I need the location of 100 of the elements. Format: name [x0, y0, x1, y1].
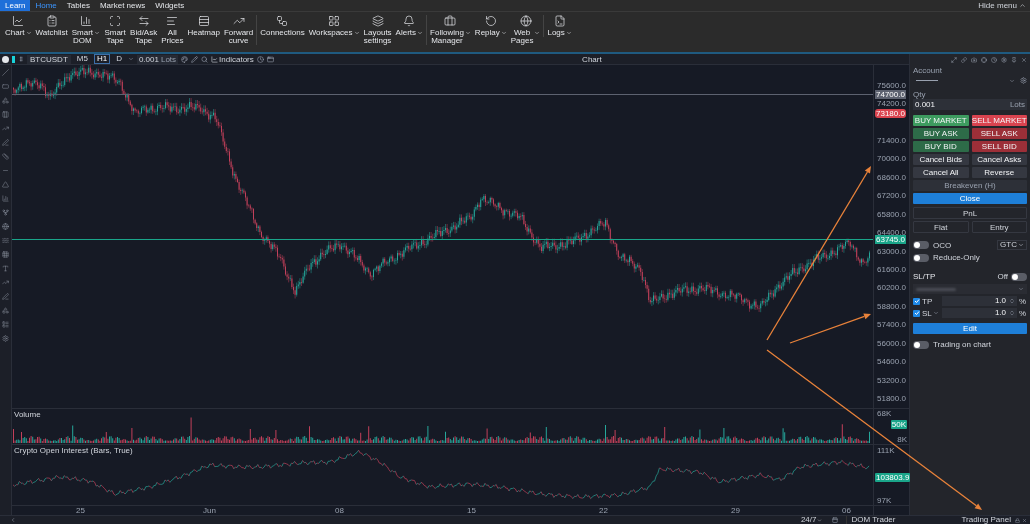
color-swatch[interactable]: [12, 55, 15, 63]
toggle-switch[interactable]: [1011, 272, 1027, 281]
triangle-icon[interactable]: [2, 181, 9, 188]
ribbon-button[interactable]: Heatmap: [186, 15, 221, 45]
ruler-icon[interactable]: [2, 153, 9, 160]
edit-button[interactable]: Edit: [913, 323, 1027, 334]
list-icon[interactable]: [2, 321, 9, 328]
session-select[interactable]: 24/7: [798, 516, 825, 524]
hide-menu-button[interactable]: Hide menu: [978, 0, 1030, 11]
waves-icon[interactable]: [2, 237, 9, 244]
grip-icon[interactable]: [18, 56, 24, 62]
ribbon-button[interactable]: Watchlist: [34, 15, 69, 45]
quantity-field[interactable]: 0.001 Lots: [136, 54, 179, 64]
toggle-switch[interactable]: [913, 253, 929, 262]
order-button[interactable]: Cancel Asks: [971, 154, 1027, 165]
pen-icon[interactable]: [2, 139, 9, 146]
ribbon-button[interactable]: Alerts: [394, 15, 425, 45]
ribbon-button[interactable]: Replay: [473, 15, 508, 45]
search-icon[interactable]: [201, 55, 209, 63]
entry-button[interactable]: Entry: [971, 221, 1027, 233]
settings-icon[interactable]: [1020, 77, 1027, 84]
ribbon-button[interactable]: Smart DOM: [70, 15, 102, 45]
axis-tick: 111K: [877, 446, 895, 455]
clock-icon[interactable]: [256, 55, 264, 63]
order-button[interactable]: Cancel Bids: [913, 154, 969, 165]
ribbon-button[interactable]: Bid/Ask Tape: [129, 15, 159, 45]
caret-icon[interactable]: [127, 56, 134, 62]
ribbon-button[interactable]: Chart: [4, 15, 33, 45]
dom-trader-tab[interactable]: DOM Trader: [846, 516, 900, 524]
pnl-button[interactable]: PnL: [913, 207, 1027, 219]
menu-tab[interactable]: Home: [30, 0, 62, 11]
symbol-field[interactable]: BTCUSDT: [27, 54, 71, 64]
menu-tab[interactable]: Widgets: [150, 0, 190, 11]
pencil-icon[interactable]: [191, 55, 199, 63]
link-icon[interactable]: [961, 56, 967, 63]
calendar-icon[interactable]: [832, 517, 839, 523]
checkbox[interactable]: [913, 297, 920, 305]
grid-icon[interactable]: [2, 251, 9, 258]
time-in-force-select[interactable]: GTC: [997, 240, 1027, 250]
close-position-button[interactable]: Close: [913, 193, 1027, 204]
settings-icon[interactable]: [2, 335, 9, 342]
shapes-icon[interactable]: [2, 307, 9, 314]
toggle-switch[interactable]: [913, 340, 929, 349]
timeframe-button[interactable]: M5: [73, 54, 91, 64]
order-button[interactable]: SELL MARKET: [971, 115, 1027, 126]
crosshair-icon[interactable]: [981, 56, 987, 63]
horizontal-line-icon[interactable]: [2, 167, 9, 174]
order-button[interactable]: SELL ASK: [971, 128, 1027, 139]
order-button[interactable]: Cancel All: [913, 167, 969, 178]
caret-icon[interactable]: [932, 310, 939, 316]
trading-panel-tab[interactable]: Trading Panel: [959, 516, 1013, 524]
ribbon-button[interactable]: Forward curve: [222, 15, 255, 45]
trend-icon[interactable]: [2, 125, 9, 132]
order-button[interactable]: BUY ASK: [913, 128, 969, 139]
order-button[interactable]: Reverse: [971, 167, 1027, 178]
globe-icon[interactable]: [2, 223, 9, 230]
order-button[interactable]: BUY BID: [913, 141, 969, 152]
columns-icon[interactable]: [2, 111, 9, 118]
lock-icon[interactable]: [1015, 517, 1020, 523]
timeframe-button[interactable]: D: [113, 54, 125, 64]
ribbon-button[interactable]: Connections: [259, 15, 306, 45]
pin-icon[interactable]: [1011, 56, 1017, 63]
shapes-icon[interactable]: [2, 97, 9, 104]
toggle-switch[interactable]: [913, 241, 929, 249]
clock-icon[interactable]: [991, 56, 997, 63]
ribbon-button[interactable]: All Prices: [160, 15, 185, 45]
checkbox[interactable]: [913, 309, 920, 317]
trend-icon[interactable]: [2, 279, 9, 286]
ribbon-button[interactable]: Web Pages: [509, 15, 542, 45]
percent-field[interactable]: 1.0: [942, 296, 1017, 306]
percent-field[interactable]: 1.0: [942, 308, 1017, 318]
indicators-button[interactable]: Indicators: [211, 54, 254, 64]
price-tick: 74200.0: [877, 98, 906, 108]
menu-tab[interactable]: Tables: [61, 0, 95, 11]
clipboard-icon: [45, 15, 58, 27]
ribbon-button[interactable]: Workspaces: [307, 15, 361, 45]
learn-button[interactable]: Learn: [0, 0, 31, 11]
ribbon-button[interactable]: Following Manager: [429, 15, 472, 45]
quantity-field[interactable]: 0.001 Lots: [913, 99, 1027, 110]
palette-icon[interactable]: [181, 55, 189, 63]
order-button[interactable]: SELL BID: [971, 141, 1027, 152]
window-icon[interactable]: [266, 55, 274, 63]
menu-tab[interactable]: Market news: [94, 0, 151, 11]
timeframe-button[interactable]: H1: [93, 54, 111, 64]
close-icon[interactable]: [1021, 56, 1027, 63]
expand-icon[interactable]: [951, 56, 957, 63]
ribbon-button[interactable]: Smart Tape: [103, 15, 128, 45]
camera-icon[interactable]: [971, 56, 977, 63]
text-icon[interactable]: [2, 265, 9, 272]
settings-icon[interactable]: [1001, 56, 1007, 63]
pen-icon[interactable]: [2, 293, 9, 300]
ribbon-button[interactable]: Layouts settings: [362, 15, 393, 45]
line-icon[interactable]: [2, 69, 9, 76]
flat-button[interactable]: Flat: [913, 221, 969, 233]
ribbon-button[interactable]: Logs: [546, 15, 573, 37]
price-tick: 71400.0: [877, 135, 906, 145]
fork-icon[interactable]: [2, 209, 9, 216]
bars-icon[interactable]: [2, 195, 9, 202]
scroll-left-icon[interactable]: [10, 517, 16, 523]
close-icon[interactable]: [1022, 517, 1027, 523]
